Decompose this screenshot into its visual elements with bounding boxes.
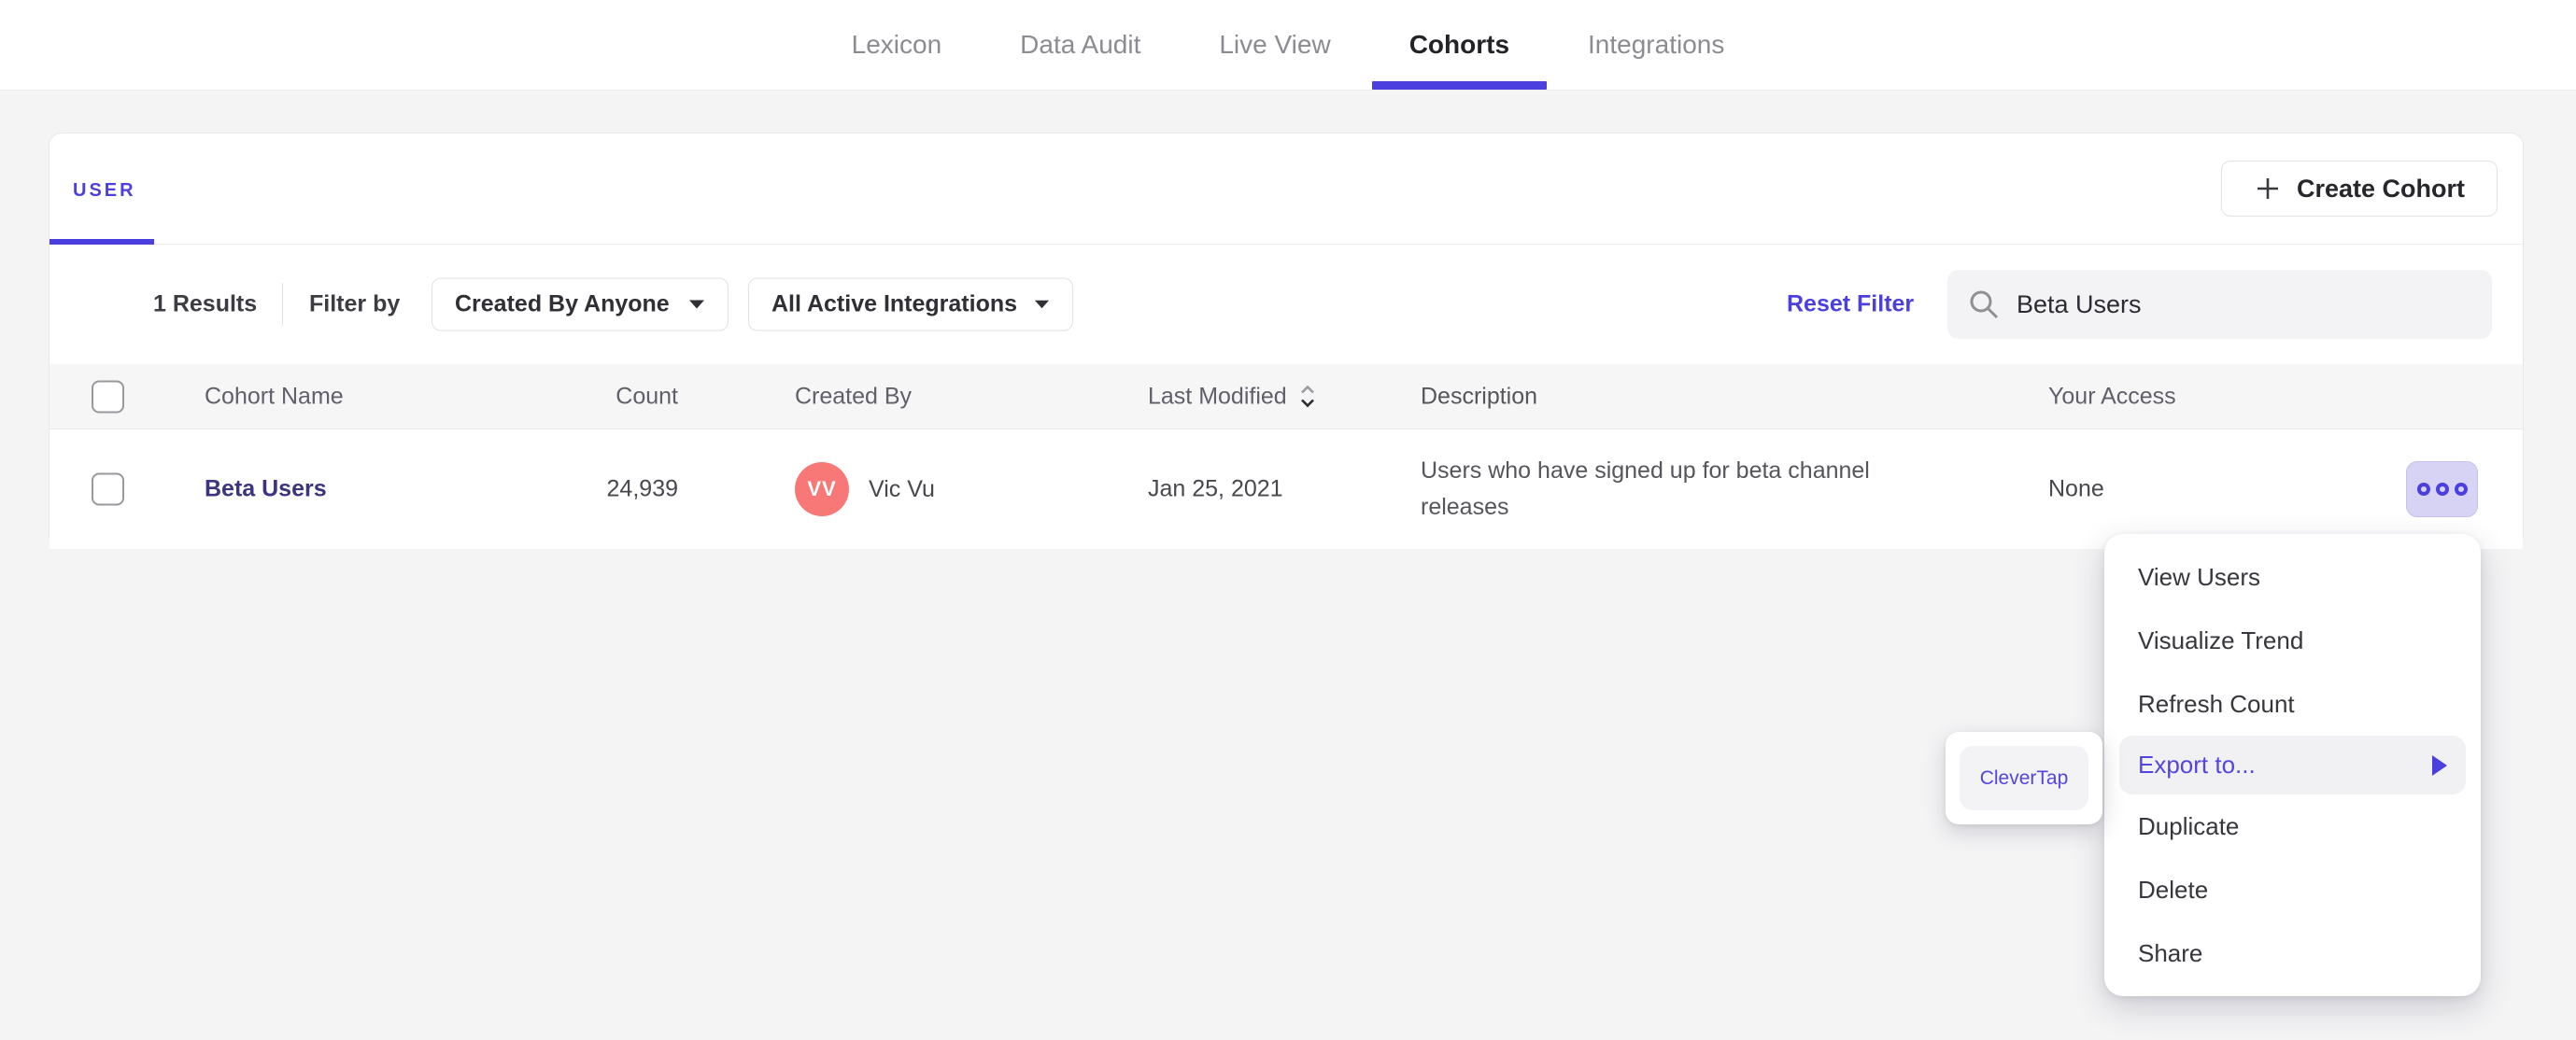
row-checkbox[interactable] bbox=[92, 472, 124, 506]
nav-tab-live-view[interactable]: Live View bbox=[1219, 0, 1330, 90]
header-count: Count bbox=[616, 383, 678, 409]
plus-icon bbox=[2257, 178, 2278, 199]
menu-item-delete[interactable]: Delete bbox=[2104, 858, 2481, 921]
chevron-down-icon bbox=[1034, 300, 1050, 309]
menu-item-duplicate[interactable]: Duplicate bbox=[2104, 794, 2481, 858]
header-last-modified-label: Last Modified bbox=[1148, 383, 1287, 409]
filter-divider bbox=[282, 283, 283, 326]
filter-bar: 1 Results Filter by Created By Anyone Al… bbox=[50, 245, 2523, 364]
cohort-name-link[interactable]: Beta Users bbox=[205, 476, 327, 503]
menu-item-export-to[interactable]: Export to... bbox=[2119, 736, 2466, 794]
submenu-item-clevertap[interactable]: CleverTap bbox=[1960, 746, 2088, 810]
submenu-arrow-icon bbox=[2432, 754, 2447, 776]
create-cohort-label: Create Cohort bbox=[2296, 174, 2465, 203]
row-actions-cell bbox=[2406, 461, 2478, 517]
created-by-dropdown-value: Created By Anyone bbox=[455, 290, 670, 317]
integrations-dropdown[interactable]: All Active Integrations bbox=[748, 277, 1073, 331]
card-tabs-row: USER Create Cohort bbox=[50, 134, 2523, 245]
cohort-description: Users who have signed up for beta channe… bbox=[1421, 457, 1870, 520]
nav-tab-cohorts[interactable]: Cohorts bbox=[1371, 0, 1548, 90]
select-all-checkbox-cell bbox=[92, 380, 124, 413]
ellipsis-icon bbox=[2435, 483, 2449, 496]
top-nav: Lexicon Data Audit Live View Cohorts Int… bbox=[0, 0, 2576, 91]
nav-tab-label: Cohorts bbox=[1408, 30, 1510, 59]
cohort-creator: VV Vic Vu bbox=[795, 462, 935, 516]
chevron-down-icon bbox=[689, 300, 704, 309]
results-count: 1 Results bbox=[153, 290, 258, 317]
search-box[interactable] bbox=[1947, 270, 2492, 339]
ellipsis-icon bbox=[2416, 483, 2430, 496]
created-by-dropdown[interactable]: Created By Anyone bbox=[432, 277, 729, 331]
integrations-dropdown-value: All Active Integrations bbox=[771, 290, 1018, 317]
cohorts-card: USER Create Cohort 1 Results Filter by C… bbox=[49, 133, 2524, 549]
creator-name: Vic Vu bbox=[869, 475, 935, 502]
search-input[interactable] bbox=[2017, 289, 2471, 319]
more-actions-button[interactable] bbox=[2406, 461, 2478, 517]
select-all-checkbox[interactable] bbox=[92, 380, 124, 413]
menu-item-export-to-label: Export to... bbox=[2138, 751, 2256, 779]
menu-item-refresh-count[interactable]: Refresh Count bbox=[2104, 672, 2481, 736]
menu-item-visualize-trend[interactable]: Visualize Trend bbox=[2104, 609, 2481, 672]
row-checkbox-cell bbox=[92, 472, 124, 506]
nav-tab-lexicon[interactable]: Lexicon bbox=[852, 0, 942, 90]
header-last-modified[interactable]: Last Modified bbox=[1148, 383, 1317, 410]
sort-icon bbox=[1300, 385, 1314, 408]
cohort-context-menu: View Users Visualize Trend Refresh Count… bbox=[2104, 534, 2481, 996]
table-row: Beta Users 24,939 VV Vic Vu Jan 25, 2021… bbox=[50, 429, 2523, 549]
nav-tab-label: Integrations bbox=[1588, 30, 1725, 59]
cohort-access: None bbox=[2048, 475, 2104, 502]
header-created-by: Created By bbox=[795, 383, 913, 409]
nav-tab-label: Lexicon bbox=[851, 30, 942, 59]
header-your-access: Your Access bbox=[2048, 383, 2176, 409]
nav-tab-label: Live View bbox=[1219, 30, 1331, 59]
ellipsis-icon bbox=[2454, 483, 2468, 496]
reset-filter-link[interactable]: Reset Filter bbox=[1787, 291, 1914, 318]
cohort-count: 24,939 bbox=[606, 475, 678, 502]
nav-tab-integrations[interactable]: Integrations bbox=[1588, 0, 1724, 90]
create-cohort-button[interactable]: Create Cohort bbox=[2220, 161, 2498, 217]
tab-user-label: USER bbox=[73, 180, 136, 201]
active-tab-underline bbox=[1371, 81, 1548, 90]
nav-tab-data-audit[interactable]: Data Audit bbox=[1020, 0, 1140, 90]
search-icon bbox=[1970, 290, 1999, 319]
menu-item-share[interactable]: Share bbox=[2104, 921, 2481, 985]
menu-item-view-users[interactable]: View Users bbox=[2104, 545, 2481, 609]
table-header: Cohort Name Count Created By Last Modifi… bbox=[50, 364, 2523, 429]
avatar: VV bbox=[795, 462, 849, 516]
cohort-last-modified: Jan 25, 2021 bbox=[1148, 475, 1283, 502]
header-cohort-name: Cohort Name bbox=[205, 383, 344, 409]
filter-by-label: Filter by bbox=[309, 290, 401, 317]
header-description: Description bbox=[1421, 383, 1538, 409]
nav-tabs: Lexicon Data Audit Live View Cohorts Int… bbox=[0, 0, 2576, 90]
nav-tab-label: Data Audit bbox=[1020, 30, 1141, 59]
export-submenu: CleverTap bbox=[1946, 732, 2102, 824]
